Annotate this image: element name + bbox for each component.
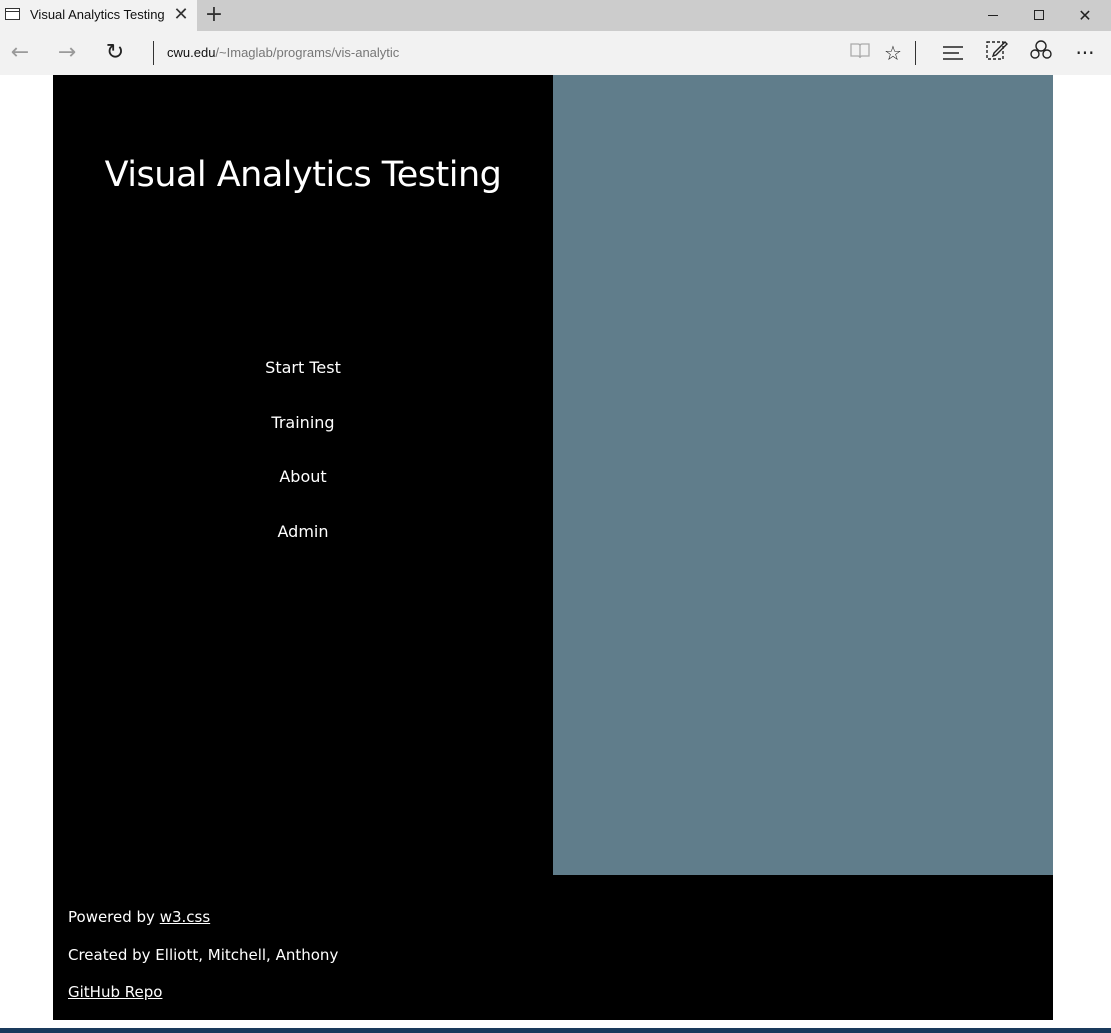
footer: Powered by w3.css Created by Elliott, Mi… [53,875,1053,1020]
menu-item-start-test[interactable]: Start Test [223,353,383,383]
url-host: cwu.edu [167,45,216,60]
address-bar: ← → ↻ cwu.edu/~Imaglab/programs/vis-anal… [0,31,1111,75]
minimize-icon [988,15,998,16]
hub-icon[interactable] [940,39,966,67]
page-icon [5,8,20,20]
github-repo-line: GitHub Repo [68,983,162,1001]
menu-item-about[interactable]: About [223,462,383,492]
github-repo-link[interactable]: GitHub Repo [68,983,162,1001]
site-title: Visual Analytics Testing [104,155,502,195]
address-separator [153,41,154,65]
maximize-button[interactable] [1016,0,1062,31]
page-container: Visual Analytics Testing Start Test Trai… [53,75,1053,1020]
taskbar-edge [0,1028,1111,1033]
close-window-button[interactable]: ✕ [1062,0,1108,31]
right-panel [553,75,1053,875]
powered-by-line: Powered by w3.css [68,908,210,926]
close-tab-icon[interactable]: ✕ [172,4,190,26]
favorite-star-icon[interactable]: ☆ [880,39,906,67]
browser-tab[interactable]: Visual Analytics Testing ✕ [0,0,197,31]
more-options-icon[interactable]: ··· [1072,39,1098,67]
new-tab-button[interactable]: + [203,3,225,27]
share-icon[interactable] [1028,39,1054,67]
toolbar-separator [915,41,916,65]
forward-arrow-icon[interactable]: → [47,31,87,75]
web-note-icon[interactable] [984,39,1010,67]
window-edge [1107,75,1111,1033]
window-title-bar: Visual Analytics Testing ✕ + ✕ [0,0,1111,31]
created-by-line: Created by Elliott, Mitchell, Anthony [68,946,339,964]
refresh-icon[interactable]: ↻ [95,31,135,75]
url-path: /~Imaglab/programs/vis-analytic [215,45,400,60]
maximize-icon [1034,10,1044,20]
powered-by-label: Powered by [68,908,160,926]
minimize-button[interactable] [970,0,1016,31]
menu-item-admin[interactable]: Admin [223,517,383,547]
reading-view-icon[interactable] [847,39,873,67]
left-panel: Visual Analytics Testing Start Test Trai… [53,75,553,875]
tab-title: Visual Analytics Testing [30,7,165,22]
menu-item-training[interactable]: Training [223,408,383,438]
back-arrow-icon[interactable]: ← [0,31,40,75]
w3css-link[interactable]: w3.css [160,908,210,926]
url-field[interactable]: cwu.edu/~Imaglab/programs/vis-analytic [167,45,399,60]
